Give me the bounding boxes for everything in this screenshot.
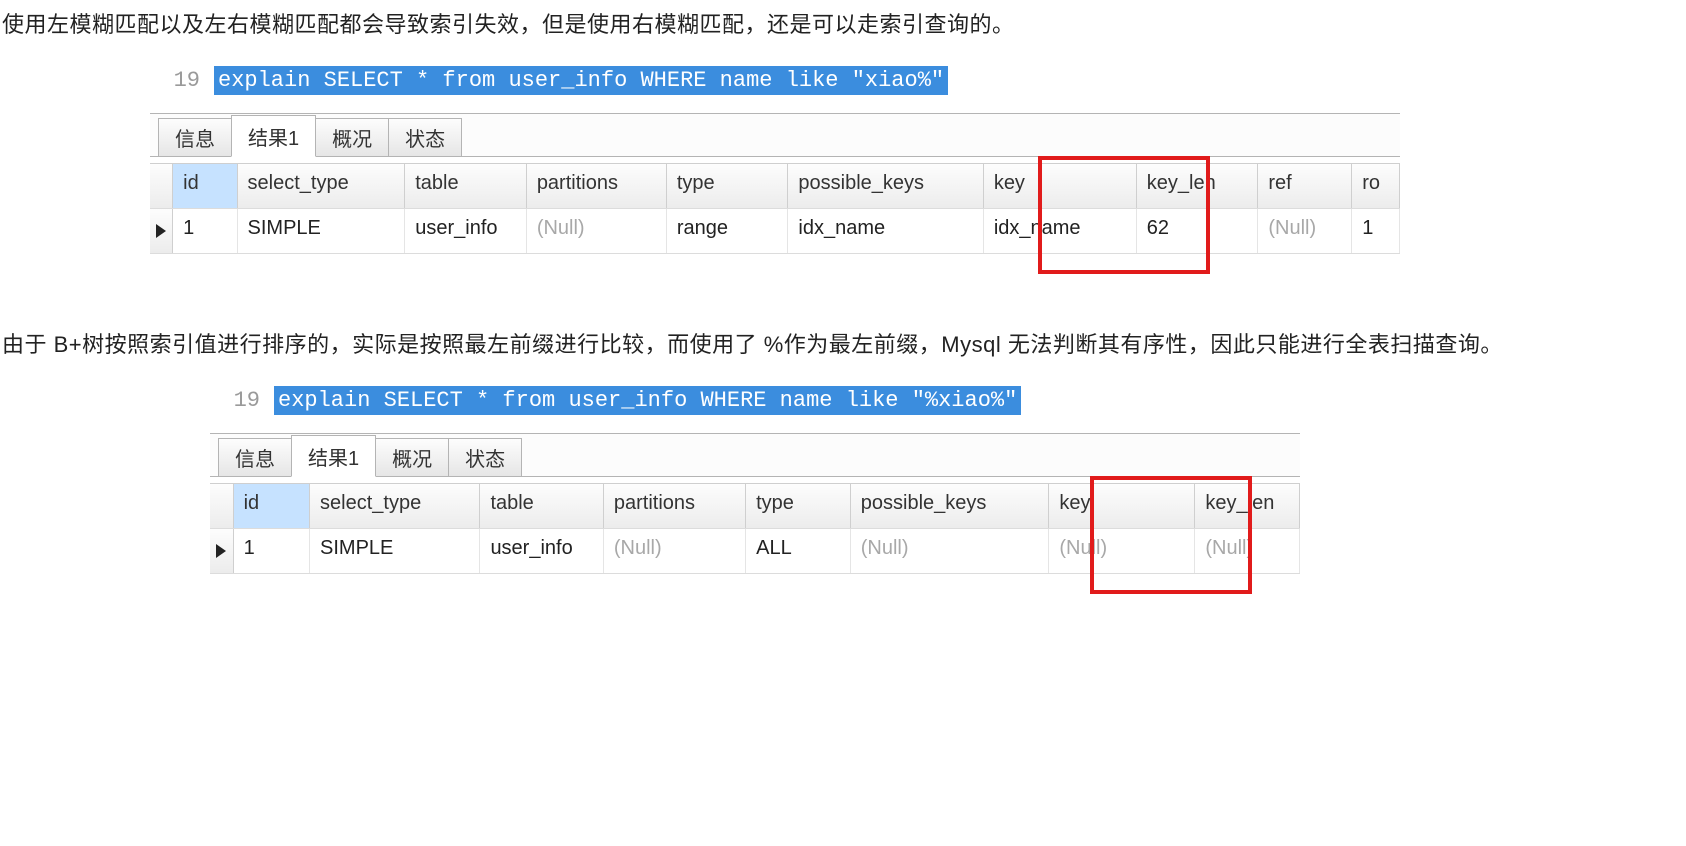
cell-type[interactable]: range bbox=[667, 209, 789, 253]
column-header-partitions[interactable]: partitions bbox=[527, 164, 667, 208]
paragraph-1: 使用左模糊匹配以及左右模糊匹配都会导致索引失效，但是使用右模糊匹配，还是可以走索… bbox=[2, 4, 1684, 46]
column-header-id[interactable]: id bbox=[234, 484, 310, 528]
cell-ref[interactable]: (Null) bbox=[1258, 209, 1352, 253]
column-header-id[interactable]: id bbox=[173, 164, 237, 208]
tab-概况[interactable]: 概况 bbox=[315, 118, 389, 156]
cell-table[interactable]: user_info bbox=[405, 209, 527, 253]
column-header-key_len[interactable]: key_len bbox=[1137, 164, 1259, 208]
sql-editor-line: 19 explain SELECT * from user_info WHERE… bbox=[150, 60, 1400, 113]
tab-结果1[interactable]: 结果1 bbox=[231, 115, 316, 157]
column-header-type[interactable]: type bbox=[746, 484, 851, 528]
sql-panel-1: 19 explain SELECT * from user_info WHERE… bbox=[150, 60, 1400, 254]
line-number: 19 bbox=[210, 388, 274, 413]
cell-key_len[interactable]: (Null) bbox=[1195, 529, 1300, 573]
sql-code[interactable]: explain SELECT * from user_info WHERE na… bbox=[214, 66, 948, 95]
column-header-select_type[interactable]: select_type bbox=[310, 484, 480, 528]
tab-结果1[interactable]: 结果1 bbox=[291, 435, 376, 477]
cell-table[interactable]: user_info bbox=[480, 529, 603, 573]
cell-key_len[interactable]: 62 bbox=[1137, 209, 1259, 253]
result-tabs: 信息结果1概况状态 bbox=[150, 113, 1400, 157]
tab-信息[interactable]: 信息 bbox=[218, 438, 292, 476]
cell-partitions[interactable]: (Null) bbox=[604, 529, 746, 573]
column-header-select_type[interactable]: select_type bbox=[238, 164, 406, 208]
cell-ro[interactable]: 1 bbox=[1352, 209, 1400, 253]
paragraph-2: 由于 B+树按照索引值进行排序的，实际是按照最左前缀进行比较，而使用了 %作为最… bbox=[2, 324, 1684, 366]
column-header-table[interactable]: table bbox=[405, 164, 527, 208]
cell-select_type[interactable]: SIMPLE bbox=[238, 209, 406, 253]
cell-type[interactable]: ALL bbox=[746, 529, 851, 573]
cell-select_type[interactable]: SIMPLE bbox=[310, 529, 480, 573]
column-header-type[interactable]: type bbox=[667, 164, 789, 208]
cell-id[interactable]: 1 bbox=[234, 529, 310, 573]
cell-possible_keys[interactable]: (Null) bbox=[851, 529, 1050, 573]
column-header-ro[interactable]: ro bbox=[1352, 164, 1400, 208]
sql-editor-line: 19 explain SELECT * from user_info WHERE… bbox=[210, 380, 1300, 433]
tab-概况[interactable]: 概况 bbox=[375, 438, 449, 476]
line-number: 19 bbox=[150, 68, 214, 93]
sql-panel-2: 19 explain SELECT * from user_info WHERE… bbox=[210, 380, 1300, 574]
current-row-marker-icon bbox=[150, 209, 173, 253]
result-grid-2: idselect_typetablepartitionstypepossible… bbox=[210, 483, 1300, 574]
cell-partitions[interactable]: (Null) bbox=[527, 209, 667, 253]
column-header-key[interactable]: key bbox=[984, 164, 1137, 208]
cell-id[interactable]: 1 bbox=[173, 209, 237, 253]
column-header-possible_keys[interactable]: possible_keys bbox=[788, 164, 983, 208]
sql-code[interactable]: explain SELECT * from user_info WHERE na… bbox=[274, 386, 1021, 415]
cell-key[interactable]: idx_name bbox=[984, 209, 1137, 253]
tab-信息[interactable]: 信息 bbox=[158, 118, 232, 156]
row-marker-header bbox=[210, 484, 234, 528]
result-grid-1: idselect_typetablepartitionstypepossible… bbox=[150, 163, 1400, 254]
column-header-key[interactable]: key bbox=[1049, 484, 1195, 528]
column-header-ref[interactable]: ref bbox=[1258, 164, 1352, 208]
row-marker-header bbox=[150, 164, 173, 208]
column-header-key_len[interactable]: key_len bbox=[1195, 484, 1300, 528]
tab-状态[interactable]: 状态 bbox=[388, 118, 462, 156]
cell-possible_keys[interactable]: idx_name bbox=[788, 209, 983, 253]
result-tabs: 信息结果1概况状态 bbox=[210, 433, 1300, 477]
column-header-partitions[interactable]: partitions bbox=[604, 484, 746, 528]
cell-key[interactable]: (Null) bbox=[1049, 529, 1195, 573]
tab-状态[interactable]: 状态 bbox=[448, 438, 522, 476]
column-header-table[interactable]: table bbox=[480, 484, 603, 528]
current-row-marker-icon bbox=[210, 529, 234, 573]
column-header-possible_keys[interactable]: possible_keys bbox=[851, 484, 1050, 528]
